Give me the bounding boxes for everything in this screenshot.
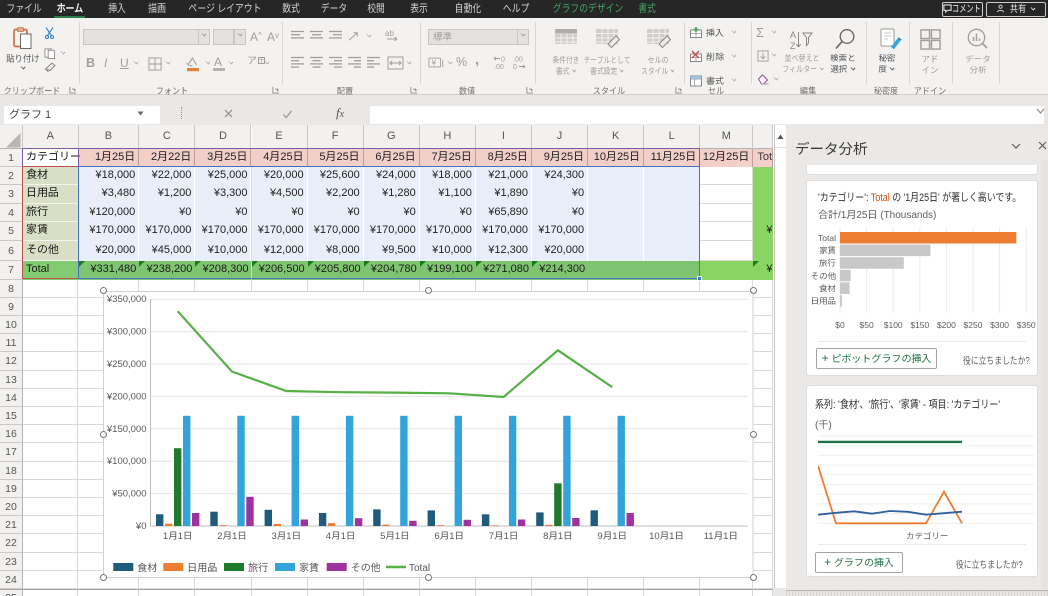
svg-text:4月1日: 4月1日 [326,531,356,542]
svg-text:その他: その他 [351,563,381,574]
svg-text:¥150,000: ¥150,000 [106,424,147,435]
svg-text:¥: ¥ [431,59,437,68]
svg-text:家賃: 家賃 [819,246,837,256]
svg-text:5月1日: 5月1日 [380,531,410,542]
svg-text:食材: 食材 [137,562,157,574]
svg-text:$50: $50 [860,320,874,330]
svg-text:$300: $300 [990,320,1009,330]
svg-text:¥250,000: ¥250,000 [106,359,147,370]
svg-text:8月1日: 8月1日 [543,531,573,542]
svg-text:$250: $250 [964,320,983,330]
svg-text:0: 0 [501,57,505,64]
svg-text:$200: $200 [937,320,956,330]
svg-text:11月1日: 11月1日 [704,531,738,542]
svg-text:$150: $150 [910,320,929,330]
svg-text:A: A [790,30,796,40]
svg-text:旅行: 旅行 [248,562,268,574]
svg-text:¥50,000: ¥50,000 [111,488,146,499]
svg-text:その他: その他 [810,271,836,281]
svg-text:$100: $100 [884,320,903,330]
svg-text:7月1日: 7月1日 [489,531,519,542]
svg-text:$0: $0 [835,320,845,330]
svg-text:Total: Total [409,563,430,574]
svg-text:日用品: 日用品 [187,563,217,574]
svg-text:日用品: 日用品 [810,296,836,306]
svg-text:¥100,000: ¥100,000 [106,456,147,467]
svg-text:1月1日: 1月1日 [163,531,193,542]
svg-text:旅行: 旅行 [819,258,837,268]
svg-text:3月1日: 3月1日 [272,531,302,542]
svg-text:2月1日: 2月1日 [217,531,247,542]
svg-text:¥0: ¥0 [135,521,147,532]
svg-text:Total: Total [818,233,836,243]
svg-text:6月1日: 6月1日 [434,531,464,542]
svg-text:¥350,000: ¥350,000 [106,294,147,305]
svg-text:.00: .00 [494,64,504,70]
svg-text:$350: $350 [1017,320,1036,330]
svg-text:10月1日: 10月1日 [649,531,684,542]
svg-text:ab: ab [385,29,394,38]
svg-text:.00: .00 [513,57,523,64]
svg-text:¥300,000: ¥300,000 [106,326,147,337]
svg-text:0: 0 [513,64,517,70]
svg-text:食材: 食材 [819,283,837,293]
svg-text:Z: Z [790,41,796,51]
svg-text:9月1日: 9月1日 [597,531,627,542]
svg-text:¥200,000: ¥200,000 [106,391,147,402]
svg-text:家賃: 家賃 [299,562,319,574]
